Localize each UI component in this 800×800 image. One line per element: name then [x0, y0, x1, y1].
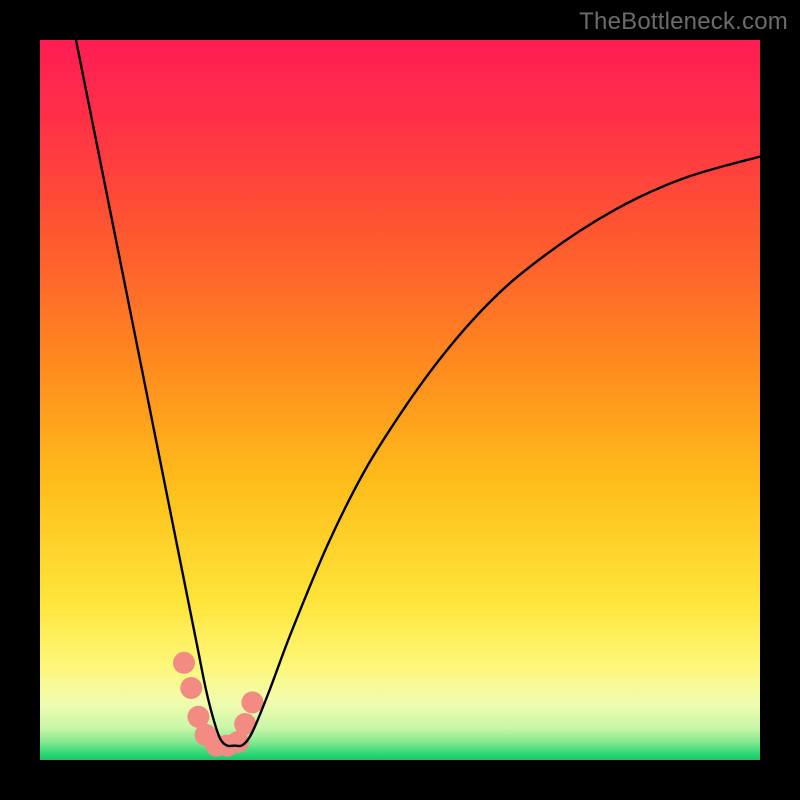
bottleneck-chart	[40, 40, 760, 760]
highlight-dot	[241, 691, 263, 713]
chart-frame: TheBottleneck.com	[0, 0, 800, 800]
watermark-text: TheBottleneck.com	[579, 8, 788, 36]
highlight-dot	[180, 677, 202, 699]
plot-area	[40, 40, 760, 760]
highlight-dot	[173, 652, 195, 674]
